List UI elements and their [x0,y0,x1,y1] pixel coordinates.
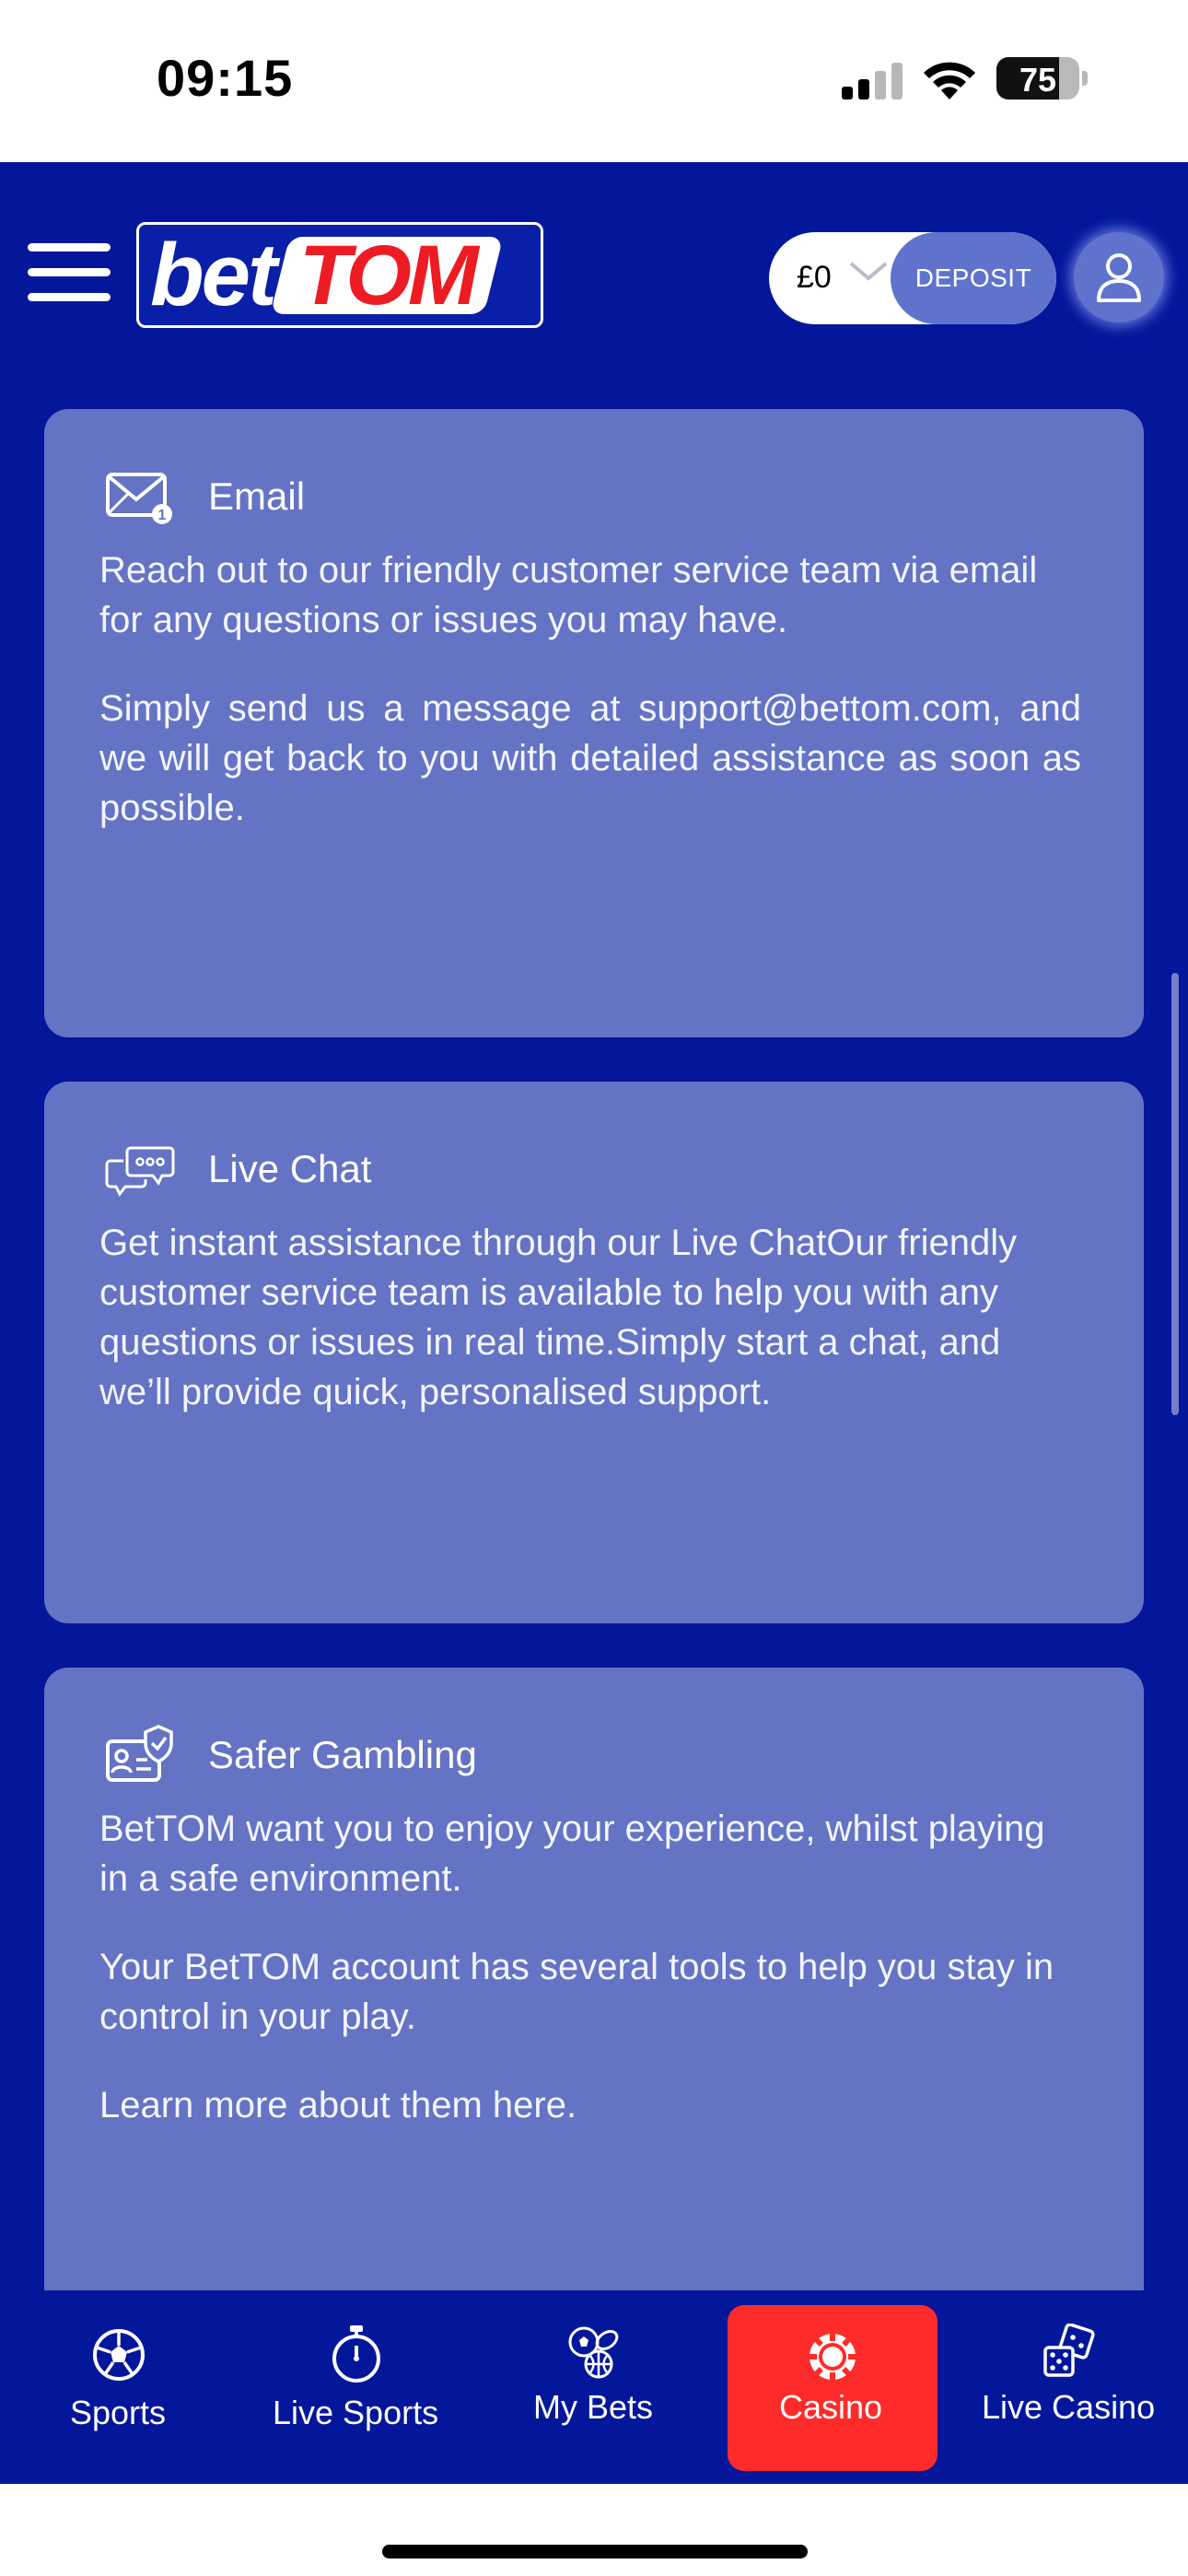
tab-live-casino-label: Live Casino [982,2388,1156,2426]
tab-my-bets[interactable]: My Bets [475,2290,713,2484]
home-indicator-area [0,2484,1188,2576]
live-chat-card-header: Live Chat [105,1139,371,1200]
logo-bet-text: bet [150,225,277,324]
sports-balls-icon [568,2326,619,2379]
email-card-header: 1 Email [105,466,305,527]
football-icon [93,2329,145,2381]
email-card: 1 Email Reach out to our friendly custom… [44,409,1144,1037]
safer-gambling-tools: Your BetTOM account has several tools to… [99,1947,1054,2037]
safer-gambling-card-header: Safer Gambling [105,1725,477,1786]
status-time: 09:15 [157,49,294,107]
battery-icon: 75 [996,57,1088,100]
stopwatch-icon [332,2325,380,2383]
live-chat-card-description: Get instant assistance through our Live … [99,1223,1018,1412]
user-icon [1097,253,1141,302]
email-card-title: Email [208,474,306,518]
safer-gambling-intro: BetTOM want you to enjoy your experience… [99,1809,1045,1899]
balance-amount: £0 [797,260,832,295]
account-button[interactable] [1074,232,1164,322]
svg-text:1: 1 [158,508,167,523]
live-chat-card-title: Live Chat [208,1147,372,1190]
scrollbar[interactable] [1171,973,1179,1415]
battery-level: 75 [1019,61,1057,99]
safer-gambling-card-title: Safer Gambling [208,1733,477,1776]
safer-gambling-learn-more-link[interactable]: Learn more about them here. [99,2080,1081,2130]
tab-casino-label: Casino [779,2388,883,2426]
home-indicator[interactable] [382,2545,808,2558]
bottom-navigation: Sports Live Sports My Bets Casino Live C… [0,2290,1188,2484]
tab-casino[interactable]: Casino [728,2290,938,2484]
tab-live-sports-label: Live Sports [273,2394,439,2431]
safer-gambling-card: Safer Gambling BetTOM want you to enjoy … [44,1668,1144,2331]
logo-tom-text: TOM [298,228,475,322]
logo-tom-box: TOM [270,228,504,322]
app-screen: bet TOM £0 DEPOSIT 1 Email Reach out to … [0,162,1188,2484]
email-card-description: Reach out to our friendly customer servi… [99,550,1038,640]
envelope-icon: 1 [106,473,172,524]
email-card-instructions: Simply send us a message at support@bett… [99,688,1081,828]
chat-bubbles-icon [105,1146,175,1197]
bettom-logo[interactable]: bet TOM [136,222,543,328]
cellular-signal-icon [842,63,903,100]
tab-live-sports[interactable]: Live Sports [238,2290,475,2484]
tab-live-casino[interactable]: Live Casino [950,2290,1188,2484]
tab-my-bets-label: My Bets [533,2388,654,2426]
chevron-down-icon [849,262,888,281]
live-chat-card[interactable]: Live Chat Get instant assistance through… [44,1082,1144,1623]
wifi-icon [924,62,975,100]
tab-sports-label: Sports [70,2394,167,2431]
casino-chip-icon [809,2333,856,2381]
deposit-button[interactable]: DEPOSIT [891,232,1056,324]
id-card-shield-icon [106,1725,173,1782]
top-header: bet TOM £0 DEPOSIT [0,162,1188,402]
dice-icon [1043,2324,1095,2377]
tab-sports[interactable]: Sports [0,2290,238,2484]
hamburger-menu-icon[interactable] [28,240,112,306]
status-bar: 09:15 75 [0,0,1188,162]
